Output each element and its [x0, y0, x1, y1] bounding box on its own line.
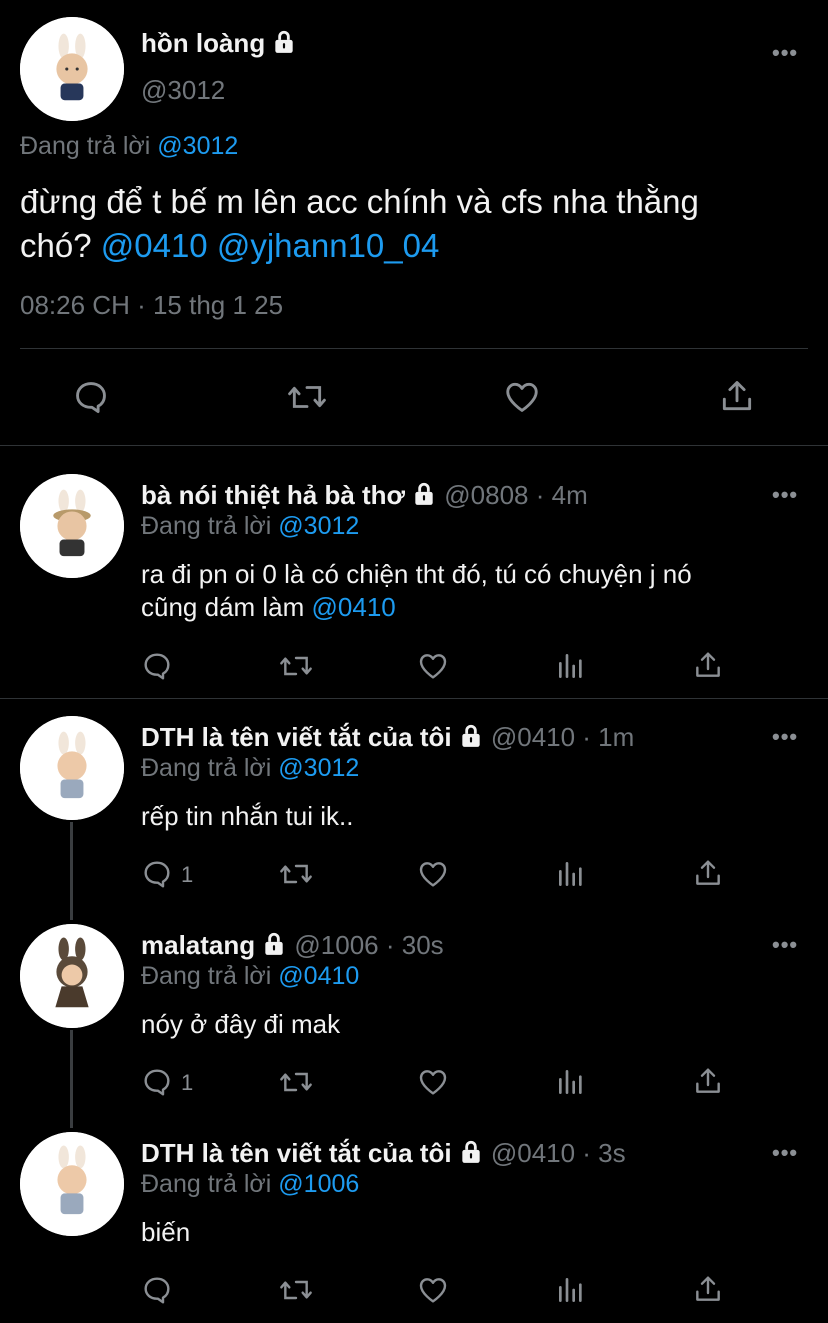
- reply-display-name: DTH là tên viết tắt của tôi: [141, 1138, 452, 1168]
- reply-header[interactable]: bà nói thiệt hả bà thơ @0808 · 4m: [141, 480, 588, 514]
- views-icon[interactable]: [555, 1274, 587, 1306]
- more-options-icon[interactable]: •••: [772, 482, 798, 508]
- avatar[interactable]: [20, 716, 124, 820]
- replying-to-mention[interactable]: @3012: [278, 754, 359, 782]
- replying-to: Đang trả lời @3012: [141, 512, 360, 540]
- lock-icon: [458, 723, 484, 756]
- like-icon[interactable]: [416, 650, 450, 682]
- share-icon[interactable]: [718, 376, 756, 416]
- main-tweet-text: đừng để t bế m lên acc chính và cfs nha …: [20, 183, 699, 264]
- reply-handle-time: @0410 · 1m: [490, 722, 635, 752]
- reply-icon[interactable]: [141, 858, 173, 890]
- more-options-icon[interactable]: •••: [772, 40, 798, 66]
- more-options-icon[interactable]: •••: [772, 932, 798, 958]
- retweet-icon[interactable]: [278, 1274, 314, 1306]
- like-icon[interactable]: [416, 858, 450, 890]
- replying-to-mention[interactable]: @3012: [278, 512, 359, 540]
- lock-icon: [261, 931, 287, 964]
- mention-link[interactable]: @yjhann10_04: [217, 227, 440, 264]
- avatar[interactable]: [20, 17, 124, 121]
- reply-display-name: bà nói thiệt hả bà thơ: [141, 480, 406, 510]
- replying-to-mention[interactable]: @3012: [157, 132, 238, 160]
- avatar[interactable]: [20, 474, 124, 578]
- reply-handle-time: @0808 · 4m: [444, 480, 588, 510]
- thread-connector: [70, 1030, 73, 1128]
- reply-handle-time: @0410 · 3s: [490, 1138, 626, 1168]
- reply-handle-time: @1006 · 30s: [294, 930, 444, 960]
- reply-text: nóy ở đây đi mak: [141, 1009, 341, 1039]
- like-icon[interactable]: [502, 378, 542, 416]
- lock-icon: [411, 481, 437, 514]
- share-icon[interactable]: [692, 856, 724, 890]
- tweet-timestamp[interactable]: 08:26 CH · 15 thg 1 25: [20, 290, 283, 321]
- like-icon[interactable]: [416, 1274, 450, 1306]
- divider: [0, 445, 828, 446]
- more-options-icon[interactable]: •••: [772, 724, 798, 750]
- share-icon[interactable]: [692, 648, 724, 682]
- replying-to: Đang trả lời @1006: [141, 1170, 360, 1198]
- reply-display-name: malatang: [141, 930, 256, 960]
- divider: [20, 348, 808, 349]
- retweet-icon[interactable]: [286, 378, 328, 416]
- views-icon[interactable]: [555, 858, 587, 890]
- views-icon[interactable]: [555, 1066, 587, 1098]
- like-icon[interactable]: [416, 1066, 450, 1098]
- views-icon[interactable]: [555, 650, 587, 682]
- avatar[interactable]: [20, 1132, 124, 1236]
- main-handle[interactable]: @3012: [141, 75, 225, 106]
- reply-text: biến: [141, 1217, 191, 1247]
- mention-link[interactable]: @0410: [101, 227, 208, 264]
- lock-icon: [271, 29, 297, 62]
- share-icon[interactable]: [692, 1064, 724, 1098]
- share-icon[interactable]: [692, 1272, 724, 1306]
- reply-icon[interactable]: [141, 650, 173, 682]
- retweet-icon[interactable]: [278, 1066, 314, 1098]
- reply-header[interactable]: DTH là tên viết tắt của tôi @0410 · 3s: [141, 1138, 626, 1172]
- lock-icon: [458, 1139, 484, 1172]
- reply-count: 1: [181, 862, 194, 887]
- reply-header[interactable]: DTH là tên viết tắt của tôi @0410 · 1m: [141, 722, 634, 756]
- replying-to-mention[interactable]: @1006: [278, 1170, 359, 1198]
- reply-icon[interactable]: [72, 378, 110, 416]
- thread-connector: [70, 822, 73, 920]
- reply-text: rếp tin nhắn tui ik..: [141, 801, 354, 831]
- replying-to: Đang trả lời @3012: [141, 754, 360, 782]
- mention-link[interactable]: @0410: [312, 592, 396, 622]
- replying-to: Đang trả lời @3012: [20, 132, 239, 160]
- reply-count: 1: [181, 1070, 194, 1095]
- reply-icon[interactable]: [141, 1274, 173, 1306]
- replying-to-mention[interactable]: @0410: [278, 962, 359, 990]
- retweet-icon[interactable]: [278, 650, 314, 682]
- retweet-icon[interactable]: [278, 858, 314, 890]
- replying-to: Đang trả lời @0410: [141, 962, 360, 990]
- reply-text: ra đi pn oi 0 là có chiện tht đó, tú có …: [141, 559, 692, 622]
- avatar[interactable]: [20, 924, 124, 1028]
- reply-header[interactable]: malatang @1006 · 30s: [141, 930, 444, 964]
- reply-display-name: DTH là tên viết tắt của tôi: [141, 722, 452, 752]
- reply-icon[interactable]: [141, 1066, 173, 1098]
- divider: [0, 698, 828, 699]
- more-options-icon[interactable]: •••: [772, 1140, 798, 1166]
- main-display-name[interactable]: hồn loàng: [141, 28, 297, 62]
